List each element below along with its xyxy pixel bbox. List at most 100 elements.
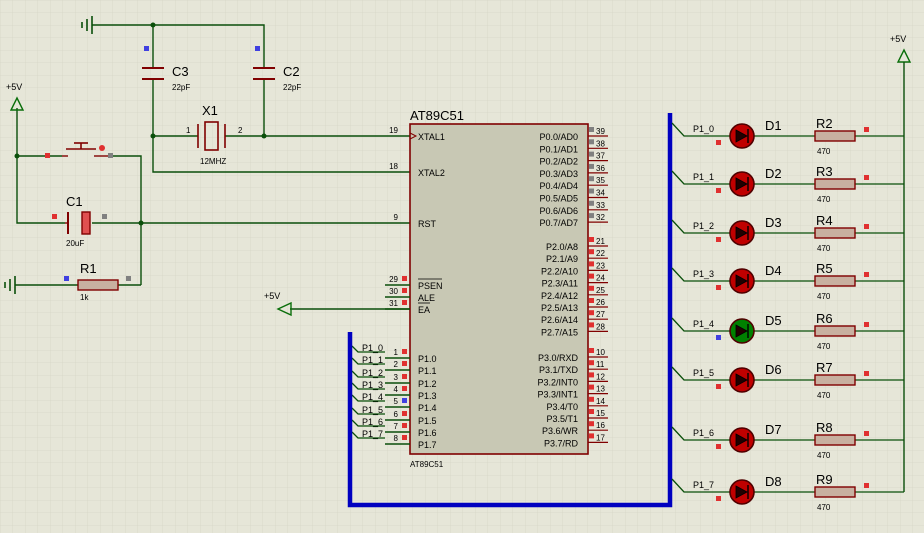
mcu-pin-name: P1.6: [418, 428, 437, 438]
net-label: P1_2: [362, 368, 383, 378]
schematic-canvas[interactable]: +5V +5V +5V C3 22pF C2 22pF X1 12MHZ 1 2: [0, 0, 924, 533]
capacitor-c2-value: 22pF: [283, 83, 301, 92]
pin-marker: [716, 496, 721, 501]
net-label: P1_6: [362, 417, 383, 427]
pin-marker: [402, 411, 407, 416]
pin-marker: [864, 483, 869, 488]
pin-marker: [716, 444, 721, 449]
mcu-pin-number: 6: [394, 410, 399, 419]
net-label: P1_4: [362, 392, 383, 402]
mcu-pin-name: XTAL1: [418, 132, 445, 142]
mcu-pin-number: 33: [596, 201, 605, 210]
resistor-ref: R2: [816, 116, 833, 131]
pin-marker: [589, 409, 594, 414]
mcu-pin-number: 18: [389, 162, 398, 171]
mcu-pin-number: 17: [596, 433, 605, 442]
mcu-pin-number: 13: [596, 385, 605, 394]
net-label: P1_1: [362, 355, 383, 365]
pin-marker: [402, 276, 407, 281]
mcu-pin-number: 25: [596, 286, 605, 295]
capacitor-c3-value: 22pF: [172, 83, 190, 92]
mcu-pin-number: 9: [394, 213, 399, 222]
pin-marker: [589, 249, 594, 255]
resistor-value: 470: [817, 342, 831, 351]
pin-marker: [589, 139, 594, 145]
pin-marker: [402, 386, 407, 391]
mcu-pin-name: P2.6/A14: [541, 315, 578, 325]
mcu-pin-name: P1.7: [418, 440, 437, 450]
resistor-r1-value: 1k: [80, 293, 89, 302]
mcu-pin-name: P0.6/AD6: [539, 206, 578, 216]
mcu-pin-number: 5: [394, 397, 399, 406]
net-label: P1_2: [693, 221, 714, 231]
net-label: P1_3: [362, 380, 383, 390]
mcu-pin-number: 38: [596, 139, 605, 148]
mcu-pin-number: 3: [394, 373, 399, 382]
resistor-ref: R5: [816, 261, 833, 276]
led-ref: D7: [765, 422, 782, 437]
mcu-pin-name: P0.0/AD0: [539, 132, 578, 142]
pin-marker: [864, 322, 869, 327]
capacitor-c1-ref: C1: [66, 194, 83, 209]
pin-marker: [589, 372, 594, 378]
mcu-pin-name: P3.6/WR: [542, 426, 579, 436]
pin-marker: [716, 285, 721, 290]
pin-marker: [402, 288, 407, 293]
mcu-pin-number: 19: [389, 126, 398, 135]
mcu-pin-number: 1: [394, 348, 399, 357]
crystal-x1-ref: X1: [202, 103, 218, 118]
mcu-pin-name: P2.7/A15: [541, 327, 578, 337]
mcu-pin-name: XTAL2: [418, 168, 445, 178]
pin-marker: [589, 384, 594, 390]
net-label: P1_7: [362, 429, 383, 439]
led-ref: D2: [765, 166, 782, 181]
pin-marker: [716, 188, 721, 193]
net-label: P1_0: [693, 124, 714, 134]
mcu-pin-name: P0.3/AD3: [539, 169, 578, 179]
mcu-pin-number: 34: [596, 189, 605, 198]
resistor-ref: R8: [816, 420, 833, 435]
net-label: P1_3: [693, 269, 714, 279]
net-label: P1_5: [362, 405, 383, 415]
pin-marker: [589, 322, 594, 328]
resistor-ref: R4: [816, 213, 833, 228]
mcu-pin-number: 7: [394, 422, 399, 431]
pin-marker: [716, 140, 721, 145]
power-label-left: +5V: [6, 82, 22, 92]
pin-marker: [589, 151, 594, 157]
net-label: P1_0: [362, 343, 383, 353]
mcu-footer: AT89C51: [410, 460, 444, 469]
mcu-pin-name: P3.5/T1: [546, 414, 578, 424]
mcu-pin-name: P1.2: [418, 379, 437, 389]
crystal-x1-pin2: 2: [238, 126, 243, 135]
net-label: P1_7: [693, 480, 714, 490]
pin-marker: [589, 213, 594, 219]
pin-marker: [864, 127, 869, 132]
mcu-pin-name: P0.7/AD7: [539, 218, 578, 228]
mcu-pin-name: P2.1/A9: [546, 254, 578, 264]
pin-marker: [402, 435, 407, 440]
resistor-ref: R9: [816, 472, 833, 487]
mcu-pin-number: 36: [596, 164, 605, 173]
mcu-pin-name: P0.2/AD2: [539, 157, 578, 167]
pin-marker: [402, 361, 407, 366]
resistor-value: 470: [817, 244, 831, 253]
mcu-pin-name: P2.3/A11: [542, 279, 578, 289]
pin-marker: [589, 237, 594, 242]
pin-marker: [589, 433, 594, 439]
mcu-pin-number: 37: [596, 152, 605, 161]
net-label: P1_6: [693, 428, 714, 438]
mcu-pin-number: 8: [394, 434, 399, 443]
pin-marker: [589, 396, 594, 402]
mcu-pin-number: 12: [596, 372, 605, 381]
resistor-value: 470: [817, 195, 831, 204]
mcu-pin-number: 30: [389, 287, 398, 296]
led-ref: D8: [765, 474, 782, 489]
mcu-pin-number: 15: [596, 409, 605, 418]
mcu-pin-name: P0.4/AD4: [539, 181, 578, 191]
resistor-ref: R7: [816, 360, 833, 375]
resistor-value: 470: [817, 503, 831, 512]
mcu-pin-number: 23: [596, 261, 605, 270]
led-ref: D6: [765, 362, 782, 377]
mcu-pin-number: 27: [596, 310, 605, 319]
